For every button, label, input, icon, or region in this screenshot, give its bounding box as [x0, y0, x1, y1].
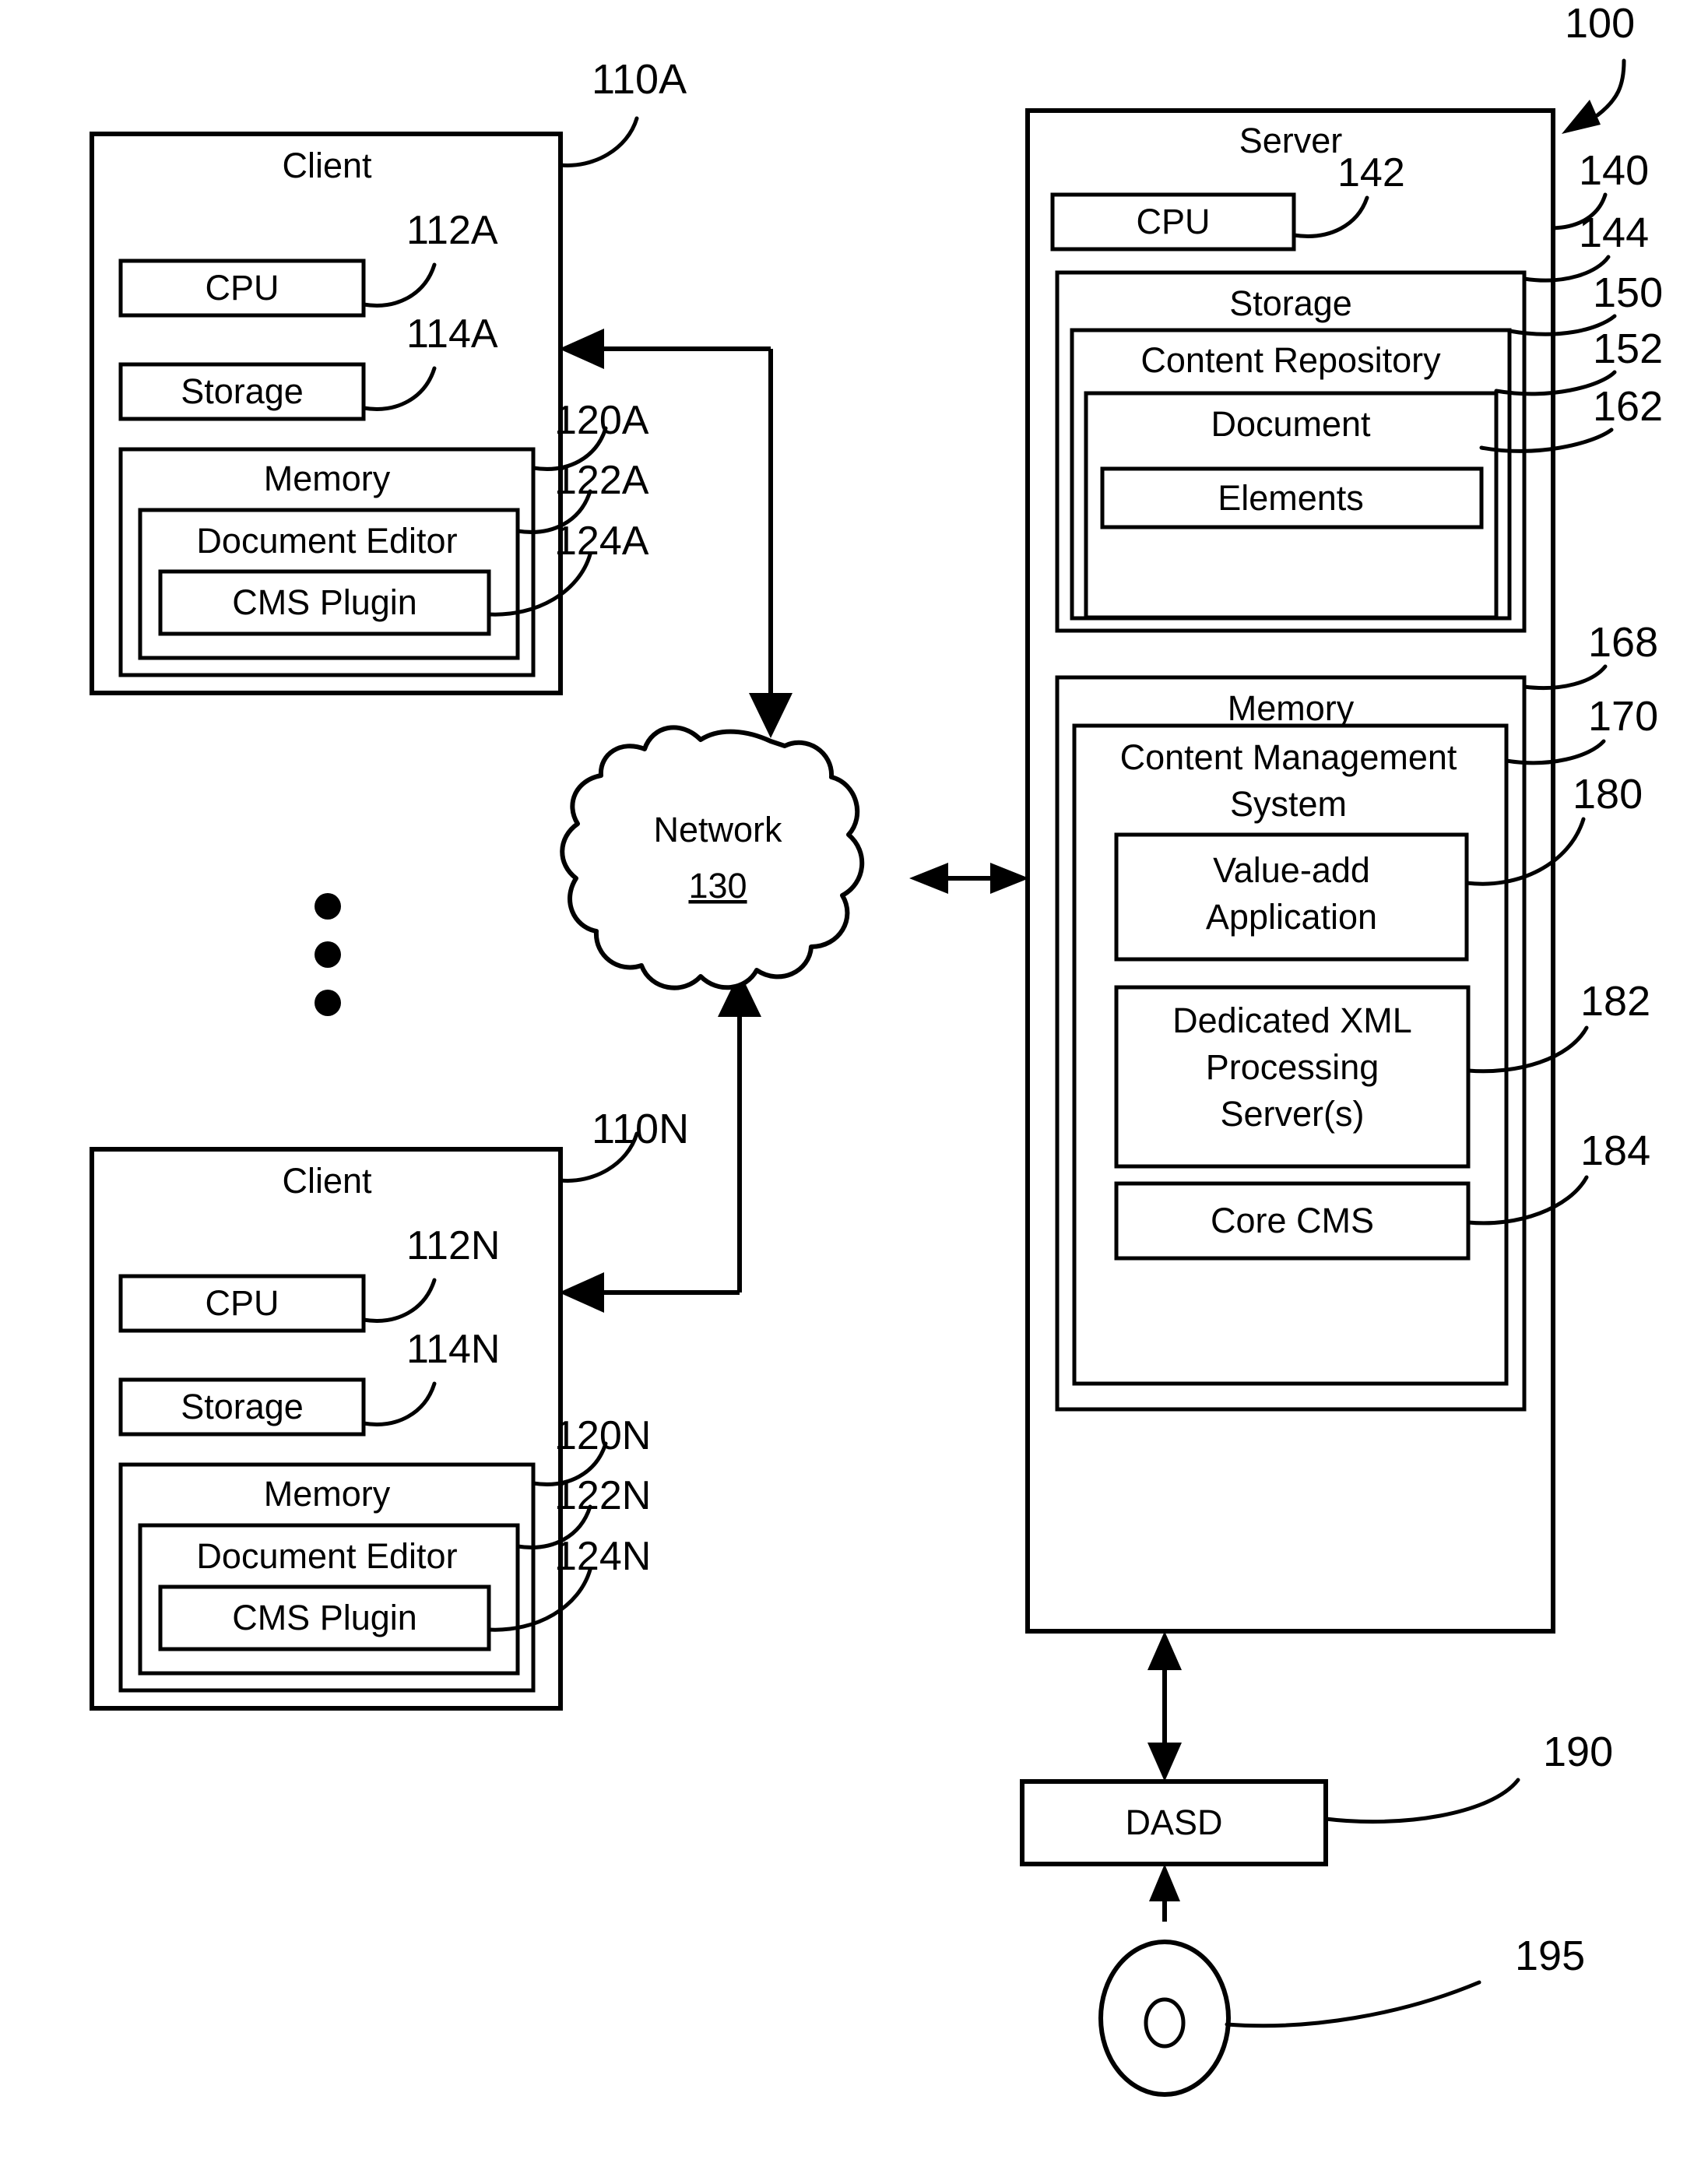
server-cpu-label: CPU [1136, 202, 1210, 241]
disc-group: 195 [1098, 1933, 1585, 2097]
core-cms-label: Core CMS [1211, 1201, 1374, 1240]
ref-195-leader [1225, 1980, 1481, 2028]
dasd-group: DASD 190 [1020, 1729, 1613, 1866]
network-server-arrowhead-left [909, 863, 948, 894]
ref-100-arrowhead [1562, 100, 1601, 134]
client-a-document-editor-label: Document Editor [196, 521, 457, 561]
network-label: Network [653, 810, 782, 849]
ref-124N: 124N [554, 1534, 651, 1579]
ref-184: 184 [1580, 1127, 1650, 1174]
patent-figure: 100 Client CPU 112A Storage 114A Memory … [0, 0, 1708, 2163]
ref-182: 182 [1580, 978, 1650, 1025]
system-ref-group: 100 [1562, 0, 1635, 134]
ref-190: 190 [1543, 1729, 1613, 1775]
ref-162-leader [1479, 427, 1614, 453]
document-label: Document [1211, 404, 1371, 444]
ref-195: 195 [1515, 1933, 1585, 1979]
content-repository-label: Content Repository [1140, 340, 1441, 380]
client-a-group: Client CPU 112A Storage 114A Memory 120A… [90, 56, 687, 695]
client-a-cpu-label: CPU [205, 268, 279, 308]
ref-100-leader [1595, 58, 1626, 118]
network-cloud-shape[interactable] [560, 725, 865, 990]
server-storage-label: Storage [1229, 283, 1352, 323]
client-n-cpu-label: CPU [205, 1283, 279, 1323]
client-n-memory-label: Memory [264, 1474, 391, 1514]
client-n-title: Client [282, 1161, 372, 1201]
server-storage-box[interactable] [1055, 270, 1527, 633]
ref-110A: 110A [592, 56, 687, 103]
client-n-cms-plugin-label: CMS Plugin [232, 1598, 417, 1637]
value-add-label-line1: Value-add [1213, 850, 1370, 890]
disc-dasd-link [1149, 1864, 1180, 1922]
client-n-link-arrowhead [559, 1272, 604, 1313]
disc-hub-icon [1144, 1997, 1186, 2049]
server-dasd-link [1147, 1631, 1182, 1781]
ref-168: 168 [1588, 619, 1658, 666]
server-group: Server CPU 142 Storage Content Repositor… [1025, 108, 1555, 1634]
ref-114N-leader [361, 1381, 437, 1426]
ref-140: 140 [1579, 147, 1649, 194]
ref-142: 142 [1337, 150, 1405, 195]
server-reference-numbers: 140 144 150 152 162 168 170 180 182 184 [1464, 147, 1663, 1226]
network-ref-130: 130 [688, 866, 747, 906]
ref-112N-leader [361, 1278, 437, 1323]
client-a-storage-label: Storage [181, 371, 304, 411]
network-server-arrowhead-right [990, 863, 1029, 894]
network-cloud-group[interactable]: Network 130 [560, 725, 865, 990]
ref-162: 162 [1593, 383, 1663, 430]
ref-114N: 114N [406, 1327, 500, 1372]
ref-168-leader [1522, 664, 1608, 691]
client-n-storage-label: Storage [181, 1387, 304, 1426]
ref-110A-leader [558, 116, 639, 167]
ref-114A: 114A [406, 311, 498, 357]
vertical-ellipsis-icon [315, 893, 341, 1016]
cms-label-line2: System [1230, 784, 1347, 824]
server-memory-label: Memory [1228, 688, 1355, 728]
client-n-group: Client CPU 112N Storage 114N Memory 120N… [90, 1106, 689, 1711]
ref-150: 150 [1593, 269, 1663, 316]
xml-label-line1: Dedicated XML [1172, 1001, 1412, 1040]
elements-label: Elements [1218, 478, 1364, 518]
ref-184-leader [1466, 1175, 1589, 1226]
dasd-label: DASD [1125, 1802, 1222, 1842]
xml-label-line2: Processing [1206, 1047, 1379, 1087]
server-title: Server [1239, 121, 1343, 160]
ref-110N: 110N [592, 1106, 689, 1152]
ref-144: 144 [1579, 209, 1649, 256]
cms-label-line1: Content Management [1120, 737, 1457, 777]
ref-124A: 124A [554, 519, 649, 564]
client-a-memory-label: Memory [264, 459, 391, 498]
ref-170: 170 [1588, 693, 1658, 740]
ref-122A: 122A [554, 458, 649, 503]
ref-180: 180 [1573, 771, 1643, 818]
ref-122N: 122N [554, 1473, 651, 1518]
ref-182-leader [1466, 1025, 1589, 1074]
ref-112A-leader [361, 262, 437, 308]
ref-152: 152 [1593, 325, 1663, 372]
value-add-label-line2: Application [1206, 897, 1377, 937]
ref-142-leader [1292, 195, 1369, 238]
client-n-document-editor-label: Document Editor [196, 1536, 457, 1576]
ref-100: 100 [1565, 0, 1635, 47]
xml-label-line3: Server(s) [1220, 1094, 1364, 1134]
client-a-cms-plugin-label: CMS Plugin [232, 582, 417, 622]
ref-190-leader [1323, 1778, 1520, 1824]
disc-dasd-arrowhead [1149, 1864, 1180, 1901]
network-in-arrowhead-top [749, 693, 792, 738]
ref-112N: 112N [406, 1223, 500, 1268]
server-dasd-arrowhead-up [1147, 1631, 1182, 1670]
server-dasd-arrowhead-down [1147, 1743, 1182, 1781]
ref-112A: 112A [406, 208, 498, 253]
client-a-link-arrowhead [559, 329, 604, 369]
client-a-title: Client [282, 146, 372, 185]
network-server-link [909, 863, 1029, 894]
ref-114A-leader [361, 366, 437, 411]
